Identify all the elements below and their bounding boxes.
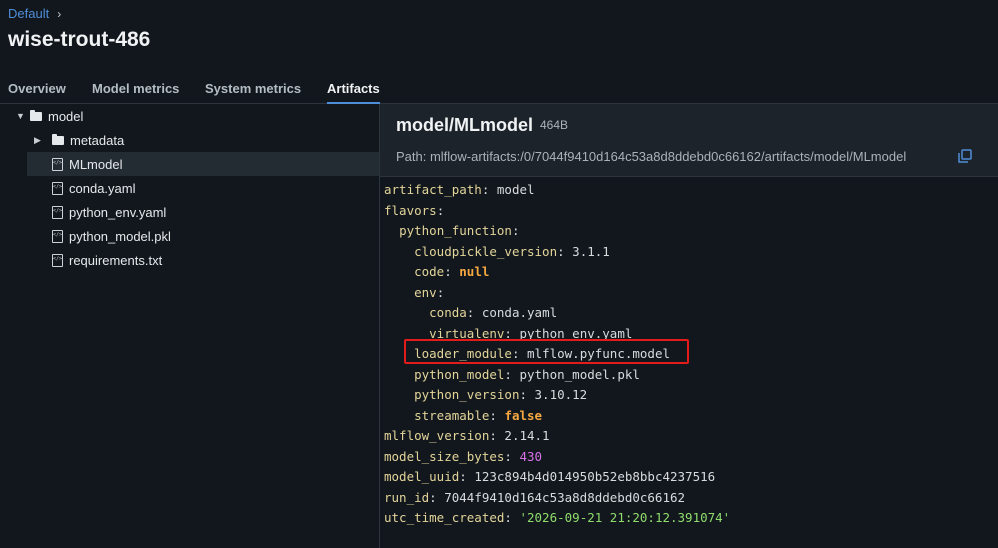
tree-node-conda-yaml[interactable]: conda.yaml — [52, 176, 135, 200]
tab-artifacts[interactable]: Artifacts — [327, 81, 380, 104]
tab-model-metrics[interactable]: Model metrics — [92, 81, 179, 96]
folder-icon — [52, 133, 64, 145]
artifact-header: model/MLmodel 464B Path: mlflow-artifact… — [380, 104, 998, 177]
artifact-name: model/MLmodel — [396, 115, 534, 135]
tree-node-mlmodel[interactable]: MLmodel — [27, 152, 379, 176]
file-code-icon — [52, 253, 63, 267]
tab-bar: Overview Model metrics System metrics Ar… — [0, 78, 998, 104]
breadcrumb-experiment-link[interactable]: Default — [8, 6, 49, 21]
tree-node-python-model-pkl[interactable]: python_model.pkl — [52, 224, 171, 248]
highlight-box — [404, 339, 689, 364]
artifact-tree: ▼ model ▶ metadata MLmodel conda.yaml py… — [0, 104, 380, 548]
file-code-icon — [52, 205, 63, 219]
file-code-icon — [52, 157, 63, 171]
tree-node-python-env-yaml[interactable]: python_env.yaml — [52, 200, 166, 224]
tree-node-label: python_env.yaml — [69, 204, 167, 220]
yaml-line: python_version: 3.10.12 — [414, 387, 588, 402]
artifact-path: Path: mlflow-artifacts:/0/7044f9410d164c… — [396, 149, 907, 164]
file-code-icon — [52, 181, 63, 195]
yaml-line: streamable: false — [414, 407, 543, 423]
chevron-right-icon: › — [57, 6, 62, 21]
tree-node-label: conda.yaml — [69, 180, 136, 196]
yaml-line: model_uuid: 123c894b4d014950b52eb8bbc423… — [384, 469, 716, 484]
breadcrumb: Default › — [8, 6, 61, 21]
yaml-line: env: — [414, 284, 445, 300]
yaml-line: mlflow_version: 2.14.1 — [384, 428, 550, 443]
tree-node-metadata[interactable]: ▶ metadata — [34, 128, 124, 152]
yaml-line: flavors: — [384, 202, 445, 218]
artifact-viewer: model/MLmodel 464B Path: mlflow-artifact… — [380, 104, 998, 548]
page-title: wise-trout-486 — [8, 28, 151, 51]
tab-system-metrics[interactable]: System metrics — [205, 81, 301, 96]
caret-right-icon[interactable]: ▶ — [34, 135, 44, 146]
yaml-line: utc_time_created: '2026-09-21 21:20:12.3… — [384, 510, 731, 525]
artifact-size: 464B — [540, 118, 569, 132]
tab-overview[interactable]: Overview — [8, 81, 66, 96]
yaml-line: model_size_bytes: 430 — [384, 448, 543, 464]
yaml-line: python_function: — [399, 223, 520, 238]
tree-node-label: requirements.txt — [69, 252, 163, 268]
caret-down-icon[interactable]: ▼ — [16, 111, 26, 121]
yaml-line: conda: conda.yaml — [429, 305, 558, 320]
yaml-line: run_id: 7044f9410d164c53a8d8ddebd0c66162 — [384, 489, 686, 505]
tree-node-label: python_model.pkl — [69, 228, 171, 244]
tree-node-model[interactable]: ▼ model — [16, 104, 83, 128]
yaml-line: artifact_path: model — [384, 182, 535, 197]
tree-node-label: model — [48, 108, 84, 124]
copy-icon[interactable] — [958, 149, 972, 163]
tree-node-label: MLmodel — [69, 156, 123, 172]
tree-node-label: metadata — [70, 132, 125, 148]
yaml-line: code: null — [414, 264, 490, 279]
tree-node-requirements-txt[interactable]: requirements.txt — [52, 248, 162, 272]
yaml-line: cloudpickle_version: 3.1.1 — [414, 243, 610, 259]
file-code-icon — [52, 229, 63, 243]
folder-icon — [30, 109, 42, 121]
yaml-line: python_model: python_model.pkl — [414, 366, 640, 382]
